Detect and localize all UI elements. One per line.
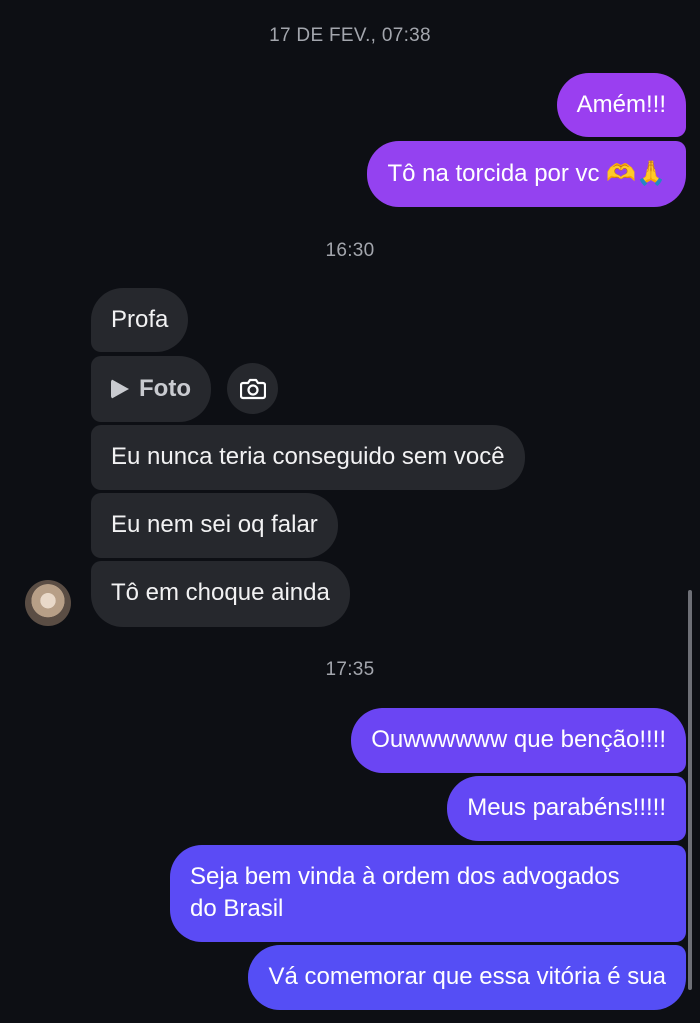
message-incoming-nunca[interactable]: Eu nunca teria conseguido sem você	[91, 425, 525, 490]
message-outgoing-amem[interactable]: Amém!!!	[556, 73, 686, 137]
message-outgoing-vitoria[interactable]: Vá comemorar que essa vitória é sua	[248, 945, 686, 1010]
timestamp-1630: 16:30	[325, 240, 375, 261]
message-text: Tô na torcida por vc	[387, 160, 600, 187]
contact-avatar[interactable]	[25, 580, 71, 626]
message-incoming-choque[interactable]: Tô em choque ainda	[91, 561, 350, 627]
photo-label: Foto	[139, 375, 191, 402]
camera-icon	[239, 378, 266, 399]
message-outgoing-torcida[interactable]: Tô na torcida por vc 🫶🙏	[367, 141, 686, 207]
timestamp-1735: 17:35	[325, 659, 375, 680]
message-outgoing-ordem[interactable]: Seja bem vinda à ordem dos advogados do …	[170, 845, 686, 942]
play-icon	[111, 379, 129, 399]
camera-button[interactable]	[227, 363, 278, 414]
message-incoming-photo[interactable]: Foto	[91, 356, 211, 422]
message-incoming-profa[interactable]: Profa	[91, 288, 189, 352]
emoji-heart-hands-pray: 🫶🙏	[606, 159, 666, 187]
message-outgoing-bencao[interactable]: Ouwwwwww que benção!!!!	[351, 708, 686, 773]
scrollbar[interactable]	[688, 590, 692, 990]
message-incoming-nem-sei[interactable]: Eu nem sei oq falar	[91, 493, 338, 558]
message-line-2: do Brasil	[190, 895, 284, 922]
message-outgoing-parabens[interactable]: Meus parabéns!!!!!	[447, 776, 686, 841]
message-line-1: Seja bem vinda à ordem dos advogados	[190, 863, 620, 890]
timestamp-date: 17 DE FEV., 07:38	[269, 25, 431, 46]
